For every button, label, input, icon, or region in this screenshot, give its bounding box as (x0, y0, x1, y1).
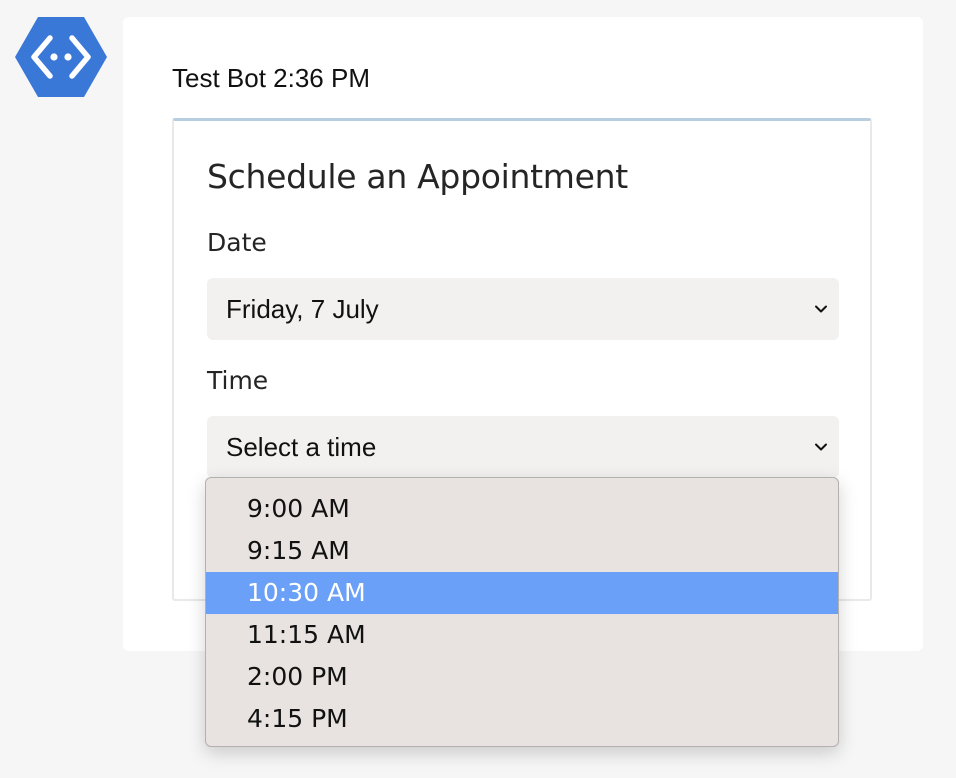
date-select-value: Friday, 7 July (226, 293, 379, 324)
chat-window: Test Bot 2:36 PM Schedule an Appointment… (0, 0, 956, 778)
date-select[interactable]: Friday, 7 July (207, 278, 839, 340)
time-option[interactable]: 11:15 AM (206, 614, 838, 656)
time-option[interactable]: 9:00 AM (206, 488, 838, 530)
time-option[interactable]: 2:00 PM (206, 656, 838, 698)
message-sender-timestamp: Test Bot 2:36 PM (172, 63, 370, 93)
date-label: Date (207, 228, 267, 257)
time-option[interactable]: 9:15 AM (206, 530, 838, 572)
time-option-highlighted[interactable]: 10:30 AM (206, 572, 838, 614)
time-option[interactable]: 4:15 PM (206, 698, 838, 740)
chevron-down-icon (813, 439, 829, 455)
time-select-value: Select a time (226, 431, 377, 462)
chevron-down-icon (813, 301, 829, 317)
bot-avatar-icon (14, 16, 108, 98)
time-select[interactable]: Select a time (207, 416, 839, 478)
card-title: Schedule an Appointment (207, 157, 628, 196)
time-label: Time (207, 366, 269, 395)
time-dropdown-list: 9:00 AM 9:15 AM 10:30 AM 11:15 AM 2:00 P… (205, 477, 839, 747)
